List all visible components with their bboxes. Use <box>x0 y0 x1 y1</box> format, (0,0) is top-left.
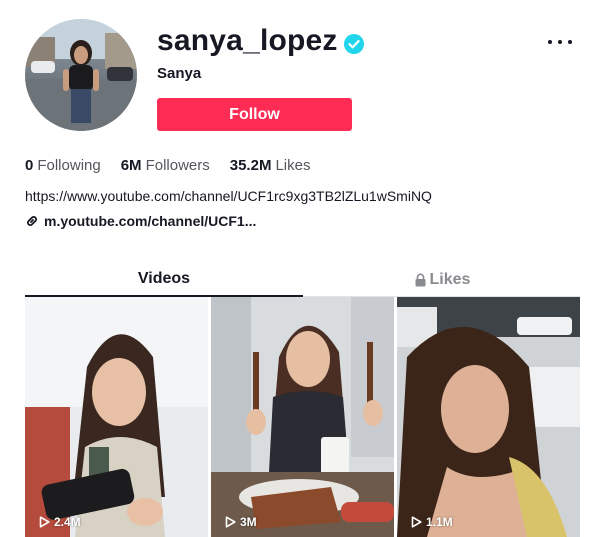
video-preview-image <box>25 297 208 537</box>
username: sanya_lopez <box>157 24 338 57</box>
verified-badge-icon <box>344 34 364 54</box>
following-stat[interactable]: 0 Following <box>25 157 101 174</box>
profile-stats: 0 Following 6M Followers 35.2M Likes <box>25 157 310 174</box>
video-preview-image <box>211 297 394 537</box>
lock-icon <box>415 273 426 287</box>
video-thumbnail[interactable]: 2.4M <box>25 297 208 537</box>
bio-link-text: m.youtube.com/channel/UCF1... <box>44 213 257 229</box>
link-icon <box>27 216 37 226</box>
more-dot <box>558 40 562 44</box>
video-views: 3M <box>225 515 257 529</box>
profile-tabs: Videos Likes <box>25 263 580 297</box>
likes-count: 35.2M <box>229 157 272 174</box>
tab-likes[interactable]: Likes <box>303 263 581 297</box>
tab-likes-label: Likes <box>429 271 471 288</box>
video-views-count: 1.1M <box>426 515 453 529</box>
video-thumbnail[interactable]: 1.1M <box>397 297 580 537</box>
video-views: 2.4M <box>39 515 81 529</box>
more-dot <box>568 40 572 44</box>
more-horizontal-icon <box>548 40 552 44</box>
play-icon <box>225 516 236 528</box>
bio-text: https://www.youtube.com/channel/UCF1rc9x… <box>25 188 432 204</box>
follow-button[interactable]: Follow <box>157 98 352 131</box>
tab-videos-label: Videos <box>137 270 191 287</box>
likes-label: Likes <box>275 157 311 174</box>
followers-label: Followers <box>145 157 210 174</box>
profile-avatar <box>25 19 137 131</box>
video-preview-image <box>397 297 580 537</box>
following-count: 0 <box>25 157 34 174</box>
video-views-count: 3M <box>240 515 257 529</box>
video-thumbnail[interactable]: 3M <box>211 297 394 537</box>
followers-count: 6M <box>120 157 142 174</box>
more-options-button[interactable] <box>548 38 572 46</box>
video-grid: 2.4M 3M 1.1M <box>25 297 580 537</box>
bio-link[interactable]: m.youtube.com/channel/UCF1... <box>25 213 256 229</box>
followers-stat[interactable]: 6M Followers <box>121 157 210 174</box>
following-label: Following <box>37 157 101 174</box>
play-icon <box>411 516 422 528</box>
likes-stat: 35.2M Likes <box>230 157 311 174</box>
video-views-count: 2.4M <box>54 515 81 529</box>
play-icon <box>39 516 50 528</box>
video-views: 1.1M <box>411 515 453 529</box>
nickname: Sanya <box>157 65 202 82</box>
tab-videos[interactable]: Videos <box>25 263 303 297</box>
